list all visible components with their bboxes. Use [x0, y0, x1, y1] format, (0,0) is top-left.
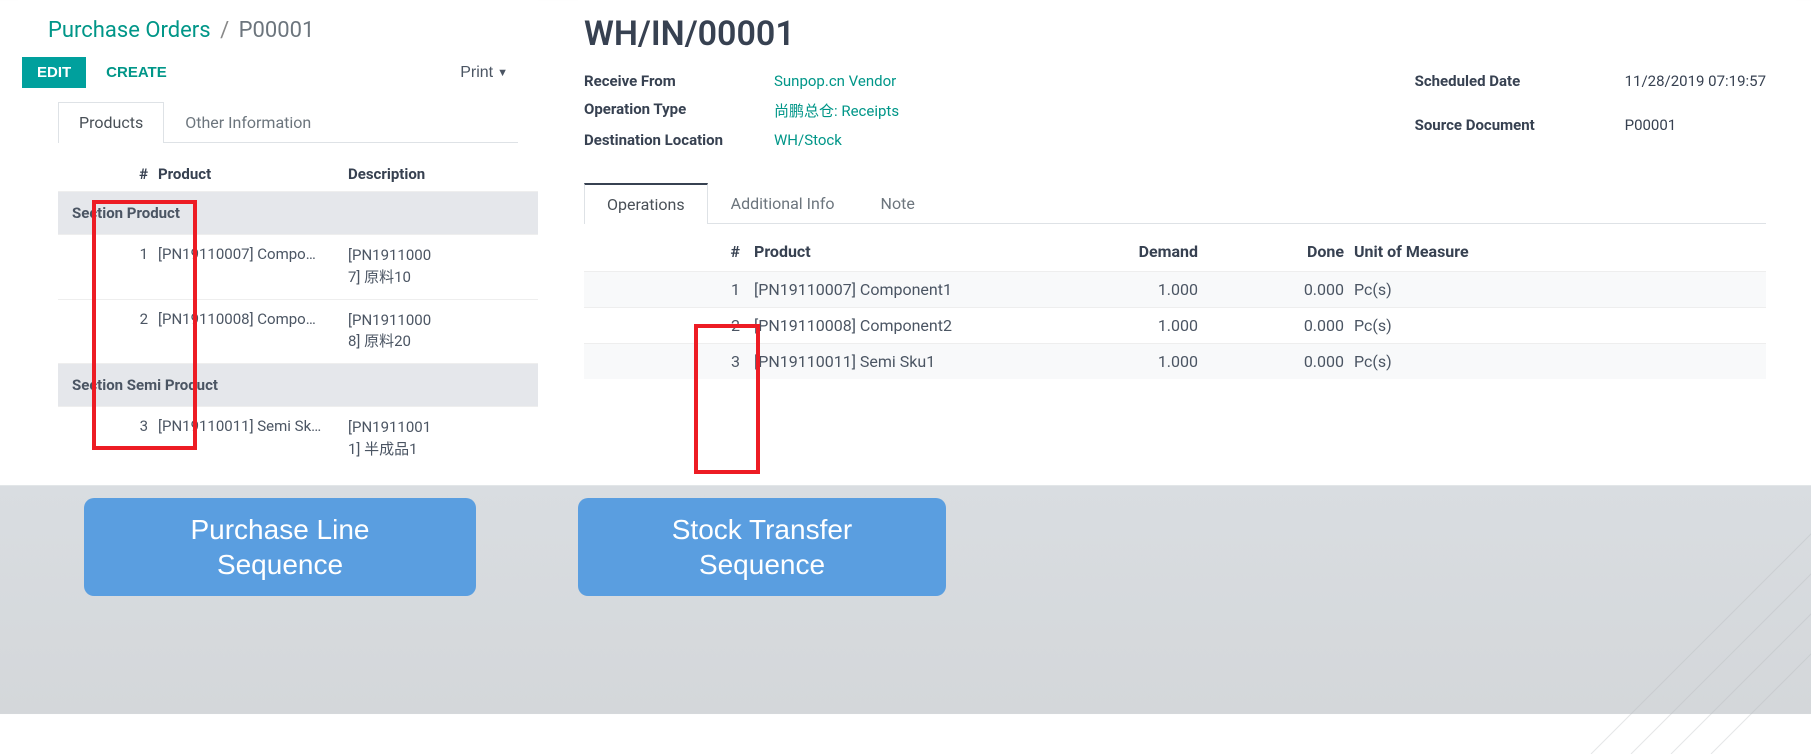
po-table: # Product Description Section Product 1 … [58, 157, 538, 471]
cell-demand: 1.000 [1104, 316, 1234, 335]
section-product: Section Product [58, 191, 538, 234]
print-label: Print [460, 64, 493, 82]
value-destination[interactable]: WH/Stock [774, 131, 899, 149]
cell-product: [PN19110007] Compo… [158, 245, 348, 263]
label-scheduled-date: Scheduled Date [1415, 72, 1625, 106]
toolbar: EDIT CREATE Print ▼ [18, 53, 538, 102]
meta-left: Receive From Sunpop.cn Vendor Operation … [584, 72, 899, 149]
col-number: # [584, 242, 754, 261]
po-table-header: # Product Description [58, 157, 538, 191]
breadcrumb-current: P00001 [239, 18, 315, 43]
table-row[interactable]: 1 [PN19110007] Compo… [PN19110007] 原料10 [58, 234, 538, 299]
meta-row: Receive From Sunpop.cn Vendor Operation … [578, 72, 1796, 149]
table-row[interactable]: 2 [PN19110008] Component2 1.000 0.000 Pc… [584, 307, 1766, 343]
cell-uom: Pc(s) [1354, 352, 1534, 371]
st-table: # Product Demand Done Unit of Measure 1 … [584, 234, 1766, 379]
cell-uom: Pc(s) [1354, 280, 1534, 299]
cell-demand: 1.000 [1104, 280, 1234, 299]
cell-num: 2 [58, 310, 158, 328]
cell-num: 3 [584, 352, 754, 371]
tab-note[interactable]: Note [858, 183, 938, 223]
col-product: Product [754, 242, 1104, 261]
table-row[interactable]: 2 [PN19110008] Compo… [PN19110008] 原料20 [58, 299, 538, 364]
decorative-lines-icon [1531, 434, 1811, 754]
cell-uom: Pc(s) [1354, 316, 1534, 335]
cell-description: [PN19110011] 半成品1 [348, 417, 518, 461]
cell-done: 0.000 [1234, 280, 1354, 299]
print-dropdown[interactable]: Print ▼ [460, 64, 508, 82]
value-source-document: P00001 [1625, 116, 1766, 150]
st-table-header: # Product Demand Done Unit of Measure [584, 234, 1766, 271]
col-number: # [58, 165, 158, 183]
caret-down-icon: ▼ [497, 67, 508, 79]
tab-additional-info[interactable]: Additional Info [708, 183, 858, 223]
label-destination: Destination Location [584, 131, 774, 149]
stock-transfer-panel: WH/IN/00001 Receive From Sunpop.cn Vendo… [578, 0, 1796, 379]
callout-stock-transfer-sequence: Stock TransferSequence [578, 498, 946, 596]
table-row[interactable]: 1 [PN19110007] Component1 1.000 0.000 Pc… [584, 271, 1766, 307]
page-title: WH/IN/00001 [578, 0, 1796, 72]
po-tabs: Products Other Information [58, 102, 518, 143]
create-button[interactable]: CREATE [96, 58, 177, 87]
cell-product: [PN19110011] Semi Sk… [158, 417, 348, 435]
cell-num: 2 [584, 316, 754, 335]
label-operation-type: Operation Type [584, 100, 774, 121]
table-row[interactable]: 3 [PN19110011] Semi Sku1 1.000 0.000 Pc(… [584, 343, 1766, 379]
callout-purchase-line-sequence: Purchase LineSequence [84, 498, 476, 596]
col-uom: Unit of Measure [1354, 242, 1534, 261]
edit-button[interactable]: EDIT [22, 57, 86, 88]
label-source-document: Source Document [1415, 116, 1625, 150]
cell-description: [PN19110008] 原料20 [348, 310, 518, 354]
tab-products[interactable]: Products [58, 102, 164, 143]
cell-demand: 1.000 [1104, 352, 1234, 371]
tab-operations[interactable]: Operations [584, 183, 708, 224]
cell-num: 1 [58, 245, 158, 263]
cell-done: 0.000 [1234, 316, 1354, 335]
transfer-tabs: Operations Additional Info Note [584, 183, 1766, 224]
cell-product: [PN19110007] Component1 [754, 280, 1104, 299]
section-semi-product: Section Semi Product [58, 363, 538, 406]
col-done: Done [1234, 242, 1354, 261]
table-row[interactable]: 3 [PN19110011] Semi Sk… [PN19110011] 半成品… [58, 406, 538, 471]
cell-product: [PN19110011] Semi Sku1 [754, 352, 1104, 371]
cell-description: [PN19110007] 原料10 [348, 245, 518, 289]
value-receive-from[interactable]: Sunpop.cn Vendor [774, 72, 899, 90]
breadcrumb: Purchase Orders / P00001 [18, 0, 538, 53]
breadcrumb-root[interactable]: Purchase Orders [48, 18, 211, 43]
cell-product: [PN19110008] Component2 [754, 316, 1104, 335]
col-demand: Demand [1104, 242, 1234, 261]
cell-done: 0.000 [1234, 352, 1354, 371]
label-receive-from: Receive From [584, 72, 774, 90]
col-product: Product [158, 165, 348, 183]
cell-num: 3 [58, 417, 158, 435]
value-scheduled-date: 11/28/2019 07:19:57 [1625, 72, 1766, 106]
cell-num: 1 [584, 280, 754, 299]
col-description: Description [348, 165, 518, 183]
cell-product: [PN19110008] Compo… [158, 310, 348, 328]
purchase-order-panel: Purchase Orders / P00001 EDIT CREATE Pri… [18, 0, 538, 471]
tab-other-information[interactable]: Other Information [164, 102, 332, 142]
breadcrumb-sep: / [220, 18, 229, 43]
meta-right: Scheduled Date 11/28/2019 07:19:57 Sourc… [1415, 72, 1766, 149]
value-operation-type[interactable]: 尚鹏总仓: Receipts [774, 100, 899, 121]
